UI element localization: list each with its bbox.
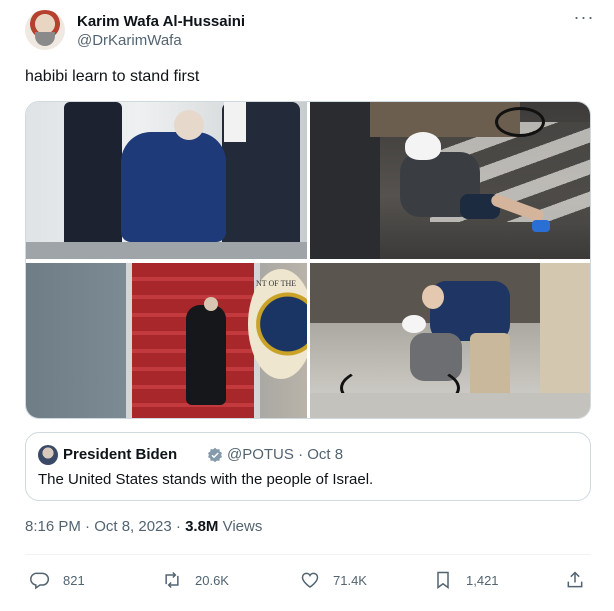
action-bar: 821 20.6K 71.4K 1,421 xyxy=(25,566,595,594)
reply-button[interactable]: 821 xyxy=(30,568,85,592)
stair-rail-left xyxy=(126,263,132,418)
author-avatar[interactable] xyxy=(25,10,65,50)
like-button[interactable]: 71.4K xyxy=(300,568,367,592)
repost-icon xyxy=(165,571,179,589)
repost-button[interactable]: 20.6K xyxy=(162,568,229,592)
time-date[interactable]: 8:16 PM · Oct 8, 2023 · xyxy=(25,518,185,535)
quoted-text: The United States stands with the people… xyxy=(38,471,374,488)
tweet-text: habibi learn to stand first xyxy=(25,68,200,85)
seal-text: NT OF THE xyxy=(256,279,297,288)
like-count: 71.4K xyxy=(333,572,367,588)
quoted-tweet[interactable]: President Biden @POTUS · Oct 8 The Unite… xyxy=(25,432,591,501)
climbing-man xyxy=(186,305,226,405)
bookmark-button[interactable]: 1,421 xyxy=(433,568,499,592)
fallen-man-suit xyxy=(121,132,226,242)
helper-head xyxy=(422,285,444,309)
reply-count: 821 xyxy=(63,572,85,588)
views-count: 3.8M xyxy=(185,518,219,535)
quoted-avatar[interactable] xyxy=(38,445,58,465)
repost-count: 20.6K xyxy=(195,572,229,588)
share-icon xyxy=(567,571,583,588)
author-name[interactable]: Karim Wafa Al-Hussaini xyxy=(77,13,245,30)
reply-icon xyxy=(30,572,50,590)
street-ground xyxy=(310,393,590,418)
tweet-card[interactable]: Karim Wafa Al-Hussaini @DrKarimWafa ··· … xyxy=(0,0,614,611)
white-shirt xyxy=(224,102,246,142)
photo-bicycle-fall-group[interactable] xyxy=(310,263,590,418)
tweet-header: Karim Wafa Al-Hussaini @DrKarimWafa ··· xyxy=(25,8,595,54)
more-icon[interactable]: ··· xyxy=(573,8,595,32)
bicycle-wheel xyxy=(495,107,545,137)
views-label: Views xyxy=(218,518,263,535)
verified-badge-icon xyxy=(208,447,222,463)
bookmark-count: 1,421 xyxy=(466,572,499,588)
stairs-floor xyxy=(26,242,307,259)
share-button[interactable] xyxy=(565,568,585,592)
quoted-name: President Biden xyxy=(63,446,178,463)
media-grid: NT OF THE xyxy=(25,101,591,419)
shoe-blue xyxy=(532,220,550,232)
rider-helmet xyxy=(405,132,441,160)
author-handle[interactable]: @DrKarimWafa xyxy=(77,32,182,49)
like-icon xyxy=(301,572,319,589)
rider-helmet-white xyxy=(402,315,426,333)
quoted-handle-date: @POTUS · Oct 8 xyxy=(227,446,344,463)
tweet-meta: 8:16 PM · Oct 8, 2023 · 3.8M Views xyxy=(25,518,262,535)
photo-fall-bicycle[interactable] xyxy=(310,102,590,259)
bookmark-icon xyxy=(437,571,449,589)
avatar-beard xyxy=(35,32,55,46)
actions-divider xyxy=(25,554,591,555)
photo-air-force-one-stairs[interactable]: NT OF THE xyxy=(26,263,307,418)
aide-left xyxy=(64,102,122,252)
fallen-man-head xyxy=(174,110,204,140)
presidential-seal: NT OF THE xyxy=(248,269,307,379)
photo-fall-stairs-helped[interactable] xyxy=(26,102,307,259)
climbing-man-head xyxy=(204,297,218,311)
